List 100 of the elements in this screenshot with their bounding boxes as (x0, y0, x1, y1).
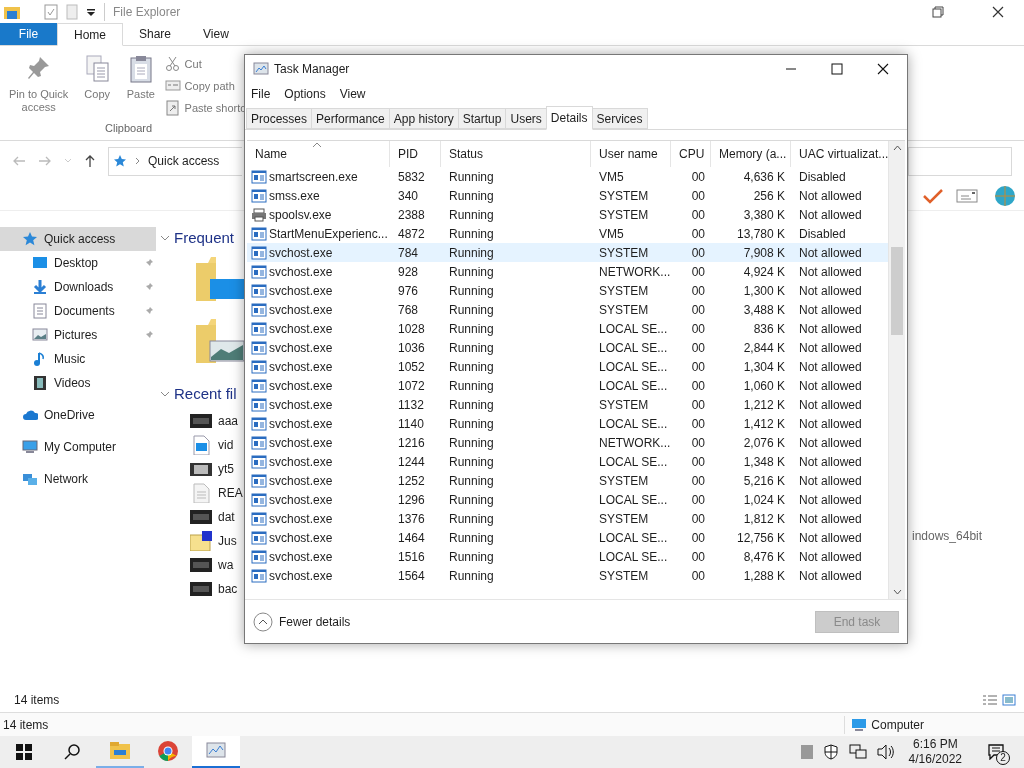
menu-item[interactable]: View (339, 85, 366, 103)
speaker-icon[interactable] (876, 744, 895, 760)
table-row[interactable]: svchost.exe 1216 Running NETWORK... 00 2,076 K Not allowed (247, 433, 888, 452)
nav-item[interactable]: Downloads (0, 275, 160, 299)
table-row[interactable]: smartscreen.exe 5832 Running VM5 00 4,636 K Disabled (247, 167, 888, 186)
tab[interactable]: Users (505, 108, 547, 129)
checkmark-icon (922, 187, 944, 204)
table-row[interactable]: svchost.exe 1140 Running LOCAL SE... 00 1,412 K Not allowed (247, 414, 888, 433)
table-row[interactable]: smss.exe 340 Running SYSTEM 00 256 K Not allowed (247, 186, 888, 205)
recent-document-entry[interactable]: aaa (190, 409, 244, 433)
folder-icon (109, 740, 131, 762)
restore-icon[interactable] (932, 5, 944, 18)
recent-document-entry[interactable]: vid (190, 433, 244, 457)
tab[interactable]: Services (591, 108, 648, 129)
search-field[interactable] (908, 146, 1012, 176)
table-row[interactable]: svchost.exe 784 Running SYSTEM 00 7,908 K Not allowed (247, 243, 888, 262)
nav-item[interactable]: Documents (0, 299, 160, 323)
recent-document-entry[interactable]: wa (190, 553, 244, 577)
nav-item[interactable]: Music (0, 347, 160, 371)
table-row[interactable]: svchost.exe 768 Running SYSTEM 00 3,488 K Not allowed (247, 300, 888, 319)
file-menu-tab[interactable]: File (0, 23, 57, 45)
pin-button[interactable]: Pin to Quick access (4, 54, 74, 120)
nav-item[interactable]: Network (0, 467, 160, 491)
nav-item[interactable]: Desktop (0, 251, 160, 275)
menu-item[interactable]: Options (284, 85, 326, 103)
nav-item[interactable]: Pictures (0, 323, 160, 347)
section-header[interactable]: Recent fil (160, 383, 244, 405)
clock[interactable]: 6:16 PM 4/16/2022 (904, 737, 966, 767)
tab[interactable]: Processes (246, 108, 313, 129)
recent-document-entry[interactable]: REA (190, 481, 244, 505)
file-thumbnail-icon (190, 435, 212, 455)
scrollbar-thumb[interactable] (891, 247, 903, 335)
taskbar-app-button[interactable] (192, 736, 240, 768)
path-button[interactable]: Copy path (164, 77, 245, 95)
nav-item[interactable]: Quick access (0, 227, 156, 251)
square-icon[interactable] (800, 745, 813, 759)
scrollbar[interactable] (888, 141, 905, 599)
network-icon[interactable] (848, 744, 867, 760)
recent-document-entry[interactable]: yt5 (190, 457, 244, 481)
ribbon-tab[interactable]: Home (57, 23, 123, 46)
fewer-details-button[interactable]: Fewer details (253, 611, 351, 632)
up-icon[interactable] (84, 154, 96, 168)
close-icon[interactable] (992, 5, 1004, 18)
recent-document-entry[interactable]: dat (190, 505, 244, 529)
shield-icon[interactable] (822, 744, 839, 760)
table-cell-text: 00 (690, 453, 706, 471)
table-row[interactable]: svchost.exe 1564 Running SYSTEM 00 1,288 K Not allowed (247, 566, 888, 585)
column-header[interactable]: PID (390, 141, 441, 167)
dropdown-icon[interactable] (86, 6, 96, 17)
shortcut-button[interactable]: Paste shortc (164, 99, 245, 117)
table-row[interactable]: svchost.exe 928 Running NETWORK... 00 4,924 K Not allowed (247, 262, 888, 281)
maximize-icon[interactable] (831, 63, 843, 75)
table-row[interactable]: spoolsv.exe 2388 Running SYSTEM 00 3,380 K Not allowed (247, 205, 888, 224)
copy-button[interactable]: Copy (77, 54, 117, 120)
paste-button[interactable]: Paste (121, 54, 161, 120)
recent-document-entry[interactable]: Jus (190, 529, 244, 553)
column-header[interactable]: User name (591, 141, 671, 167)
table-row[interactable]: StartMenuExperienc... 4872 Running VM5 00 13,780 K Disabled (247, 224, 888, 243)
checkmark-document-icon[interactable] (44, 3, 58, 20)
table-row[interactable]: svchost.exe 1252 Running SYSTEM 00 5,216 K Not allowed (247, 471, 888, 490)
address-bar[interactable]: Quick access (108, 146, 242, 176)
table-cell-text: LOCAL SE... (598, 339, 669, 357)
menu-item[interactable]: File (251, 85, 271, 103)
column-header[interactable]: CPU (671, 141, 711, 167)
details-view-icon[interactable] (982, 694, 998, 706)
table-row[interactable]: svchost.exe 1296 Running LOCAL SE... 00 1,024 K Not allowed (247, 490, 888, 509)
table-row[interactable]: svchost.exe 1376 Running SYSTEM 00 1,812 K Not allowed (247, 509, 888, 528)
tab[interactable]: Startup (457, 108, 507, 129)
column-header[interactable]: Memory (a... (711, 141, 791, 167)
table-row[interactable]: svchost.exe 976 Running SYSTEM 00 1,300 K Not allowed (247, 281, 888, 300)
table-row[interactable]: svchost.exe 1052 Running LOCAL SE... 00 1,304 K Not allowed (247, 357, 888, 376)
tab[interactable]: Performance (311, 108, 390, 129)
copy-icon (84, 54, 111, 84)
column-header[interactable]: Status (441, 141, 591, 167)
table-cell-text: 00 (690, 339, 706, 357)
table-row[interactable]: svchost.exe 1028 Running LOCAL SE... 00 836 K Not allowed (247, 319, 888, 338)
notification-button[interactable]: 2 (976, 736, 1016, 768)
table-row[interactable]: svchost.exe 1244 Running LOCAL SE... 00 1,348 K Not allowed (247, 452, 888, 471)
table-row[interactable]: svchost.exe 1516 Running LOCAL SE... 00 8,476 K Not allowed (247, 547, 888, 566)
table-row[interactable]: svchost.exe 1132 Running SYSTEM 00 1,212 K Not allowed (247, 395, 888, 414)
close-icon[interactable] (877, 63, 889, 75)
column-header[interactable]: Name (247, 141, 390, 167)
ribbon-tab[interactable]: View (187, 23, 245, 45)
nav-item[interactable]: Videos (0, 371, 160, 395)
table-row[interactable]: svchost.exe 1036 Running LOCAL SE... 00 2,844 K Not allowed (247, 338, 888, 357)
table-cell-text: 00 (690, 377, 706, 395)
table-cell-text: 1564 (397, 567, 426, 585)
tab[interactable]: App history (388, 108, 459, 129)
recent-document-entry[interactable]: bac (190, 577, 244, 601)
table-cell-text: Running (448, 301, 495, 319)
table-row[interactable]: svchost.exe 1464 Running LOCAL SE... 00 12,756 K Not allowed (247, 528, 888, 547)
section-header[interactable]: Frequent (160, 227, 244, 249)
nav-item[interactable]: OneDrive (0, 403, 160, 427)
table-row[interactable]: svchost.exe 1072 Running LOCAL SE... 00 1,060 K Not allowed (247, 376, 888, 395)
table-cell-text: 1,300 K (742, 282, 786, 300)
thumbnail-view-icon[interactable] (1002, 694, 1016, 706)
ribbon-tab[interactable]: Share (123, 23, 188, 45)
nav-item[interactable]: My Computer (0, 435, 160, 459)
tab[interactable]: Details (545, 106, 593, 130)
cut-button[interactable]: Cut (164, 55, 245, 73)
